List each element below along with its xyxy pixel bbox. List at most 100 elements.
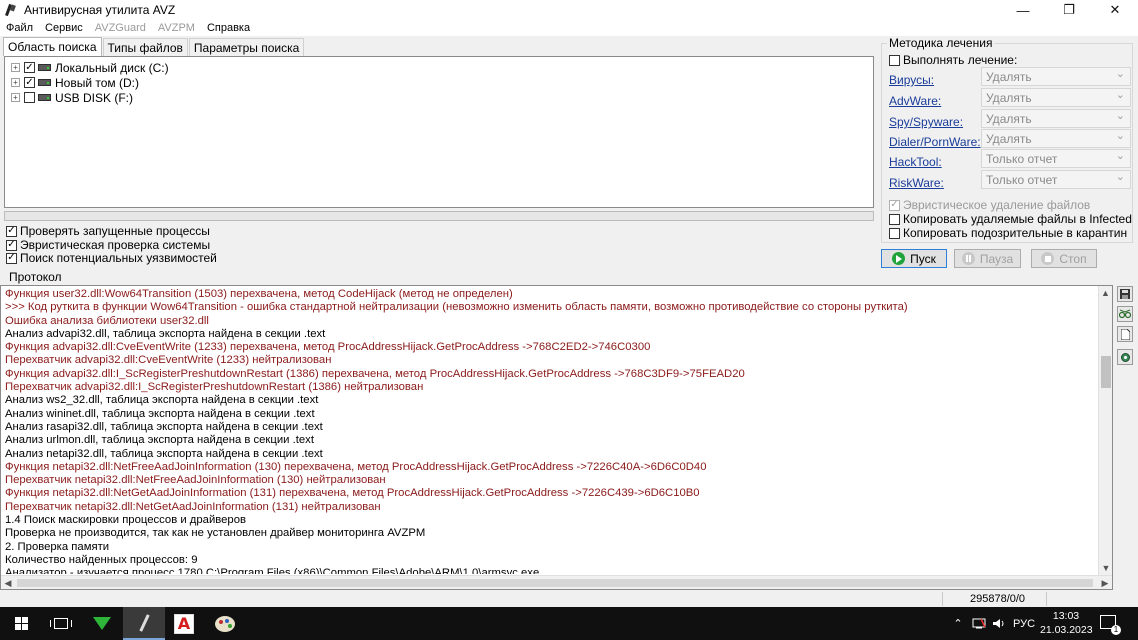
cure-link-adware[interactable]: AdvWare:: [889, 94, 941, 108]
protocol-label: Протокол: [9, 270, 62, 284]
copy-suspicious-checkbox[interactable]: [889, 227, 900, 239]
avz-sword-icon: [138, 613, 150, 632]
drive-checkbox[interactable]: [24, 92, 35, 103]
tree-item-drive[interactable]: + USB DISK (F:): [5, 90, 873, 105]
quarantine-button[interactable]: [1117, 349, 1133, 365]
log-line: Перехватчик netapi32.dll:NetFreeAadJoinI…: [5, 474, 386, 487]
task-view-button[interactable]: [40, 607, 82, 640]
tree-item-drive[interactable]: + ✓ Новый том (D:): [5, 75, 873, 90]
expand-icon[interactable]: +: [11, 63, 20, 72]
stop-icon: [1041, 252, 1055, 265]
log-line: Анализ advapi32.dll, таблица экспорта на…: [5, 327, 326, 340]
gear-icon: [1120, 352, 1130, 362]
copy-suspicious-option[interactable]: Копировать подозрительные в карантин: [889, 226, 1127, 240]
option-vulnerability-search[interactable]: ✓ Поиск потенциальных уязвимостей: [6, 251, 217, 265]
drive-label: Локальный диск (C:): [55, 60, 169, 75]
protocol-log[interactable]: Функция user32.dll:Wow64Transition (1503…: [0, 285, 1113, 590]
menu-file[interactable]: Файл: [0, 22, 39, 34]
perform-cure-checkbox[interactable]: [889, 54, 900, 66]
taskbar: A ⌃ РУС 13:03 21.03.2023 1: [0, 607, 1138, 640]
taskbar-app-downloader[interactable]: [81, 607, 123, 640]
option-checkbox[interactable]: ✓: [6, 252, 17, 264]
show-files-button[interactable]: [1117, 306, 1133, 322]
copy-deleted-option[interactable]: Копировать удаляемые файлы в Infected: [889, 212, 1132, 226]
log-line: Анализ ws2_32.dll, таблица экспорта найд…: [5, 394, 319, 407]
tab-search-area[interactable]: Область поиска: [3, 37, 102, 56]
menu-avzpm[interactable]: AVZPM: [152, 22, 201, 34]
scroll-right-icon[interactable]: ▶: [1098, 576, 1112, 589]
copy-log-button[interactable]: [1117, 326, 1133, 342]
maximize-button[interactable]: ❐: [1046, 0, 1092, 20]
cure-select-spyware[interactable]: Удалять: [981, 109, 1131, 128]
log-line: Перехватчик netapi32.dll:NetGetAadJoinIn…: [5, 500, 381, 513]
windows-logo-icon: [14, 617, 28, 630]
tab-search-params[interactable]: Параметры поиска: [188, 38, 305, 56]
log-line: Перехватчик advapi32.dll:I_ScRegisterPre…: [5, 381, 424, 394]
network-icon[interactable]: [970, 607, 988, 640]
cure-link-hacktool[interactable]: HackTool:: [889, 155, 942, 169]
tree-item-drive[interactable]: + ✓ Локальный диск (C:): [5, 60, 873, 75]
log-line: Анализатор - изучается процесс 1780 C:\P…: [5, 567, 540, 574]
perform-cure-option[interactable]: Выполнять лечение:: [889, 53, 1017, 67]
volume-icon[interactable]: [990, 607, 1008, 640]
drive-checkbox[interactable]: ✓: [24, 62, 35, 73]
taskbar-app-avz[interactable]: [123, 607, 165, 640]
cure-select-viruses[interactable]: Удалять: [981, 67, 1131, 86]
heuristic-delete-checkbox[interactable]: ✓: [889, 199, 900, 211]
document-icon: [1120, 328, 1130, 340]
taskbar-app-paint[interactable]: [204, 607, 246, 640]
minimize-button[interactable]: —: [1000, 0, 1046, 20]
close-button[interactable]: ✕: [1092, 0, 1138, 20]
title-bar: Антивирусная утилита AVZ — ❐ ✕: [0, 0, 1138, 20]
drive-checkbox[interactable]: ✓: [24, 77, 35, 88]
tab-file-types[interactable]: Типы файлов: [102, 38, 188, 56]
pause-label: Пауза: [979, 251, 1014, 266]
pause-button[interactable]: Пауза: [954, 249, 1021, 268]
log-vertical-scrollbar[interactable]: ▲ ▼: [1098, 286, 1112, 575]
cure-select-hacktool[interactable]: Только отчет: [981, 149, 1131, 168]
cure-link-viruses[interactable]: Вирусы:: [889, 73, 934, 87]
acrobat-icon: A: [174, 613, 194, 634]
cure-link-spyware[interactable]: Spy/Spyware:: [889, 115, 963, 129]
cure-link-riskware[interactable]: RiskWare:: [889, 176, 944, 190]
expand-icon[interactable]: +: [11, 78, 20, 87]
log-horizontal-scrollbar[interactable]: ◀ ▶: [1, 575, 1112, 589]
drive-label: USB DISK (F:): [55, 90, 134, 105]
drive-label: Новый том (D:): [55, 75, 139, 90]
tray-overflow-icon[interactable]: ⌃: [950, 607, 966, 640]
status-bar: 295878/0/0: [0, 591, 1138, 607]
copy-deleted-checkbox[interactable]: [889, 213, 900, 225]
option-checkbox[interactable]: ✓: [6, 225, 17, 237]
start-button[interactable]: Пуск: [881, 249, 947, 268]
window-title: Антивирусная утилита AVZ: [24, 3, 176, 17]
log-lines: Функция user32.dll:Wow64Transition (1503…: [5, 288, 1097, 574]
expand-icon[interactable]: +: [11, 93, 20, 102]
cure-select-riskware[interactable]: Только отчет: [981, 170, 1131, 189]
cure-select-adware[interactable]: Удалять: [981, 88, 1131, 107]
option-check-processes[interactable]: ✓ Проверять запущенные процессы: [6, 224, 210, 238]
scroll-thumb[interactable]: [1101, 356, 1111, 388]
menu-avzguard[interactable]: AVZGuard: [89, 22, 152, 34]
menu-help[interactable]: Справка: [201, 22, 256, 34]
language-indicator[interactable]: РУС: [1011, 607, 1037, 640]
menu-service[interactable]: Сервис: [39, 22, 89, 34]
taskbar-clock[interactable]: 13:03 21.03.2023: [1040, 609, 1093, 637]
menu-bar: Файл Сервис AVZGuard AVZPM Справка: [0, 20, 1138, 36]
scroll-up-icon[interactable]: ▲: [1099, 286, 1112, 300]
scroll-thumb[interactable]: [17, 579, 1093, 587]
taskbar-app-acrobat[interactable]: A: [163, 607, 205, 640]
cure-select-dialer[interactable]: Удалять: [981, 129, 1131, 148]
status-separator: [942, 592, 943, 606]
save-log-button[interactable]: [1117, 286, 1133, 302]
log-line: Функция advapi32.dll:I_ScRegisterPreshut…: [5, 367, 745, 380]
scroll-down-icon[interactable]: ▼: [1099, 561, 1112, 575]
option-checkbox[interactable]: ✓: [6, 239, 17, 251]
cure-link-dialer[interactable]: Dialer/PornWare:: [889, 135, 981, 149]
heuristic-delete-option[interactable]: ✓ Эвристическое удаление файлов: [889, 198, 1090, 212]
pause-icon: [961, 252, 975, 265]
scroll-left-icon[interactable]: ◀: [1, 576, 15, 589]
start-menu-button[interactable]: [0, 607, 42, 640]
stop-button[interactable]: Стоп: [1031, 249, 1097, 268]
option-heuristic-check[interactable]: ✓ Эвристическая проверка системы: [6, 238, 210, 252]
drive-tree[interactable]: + ✓ Локальный диск (C:) + ✓ Новый том (D…: [4, 56, 874, 208]
